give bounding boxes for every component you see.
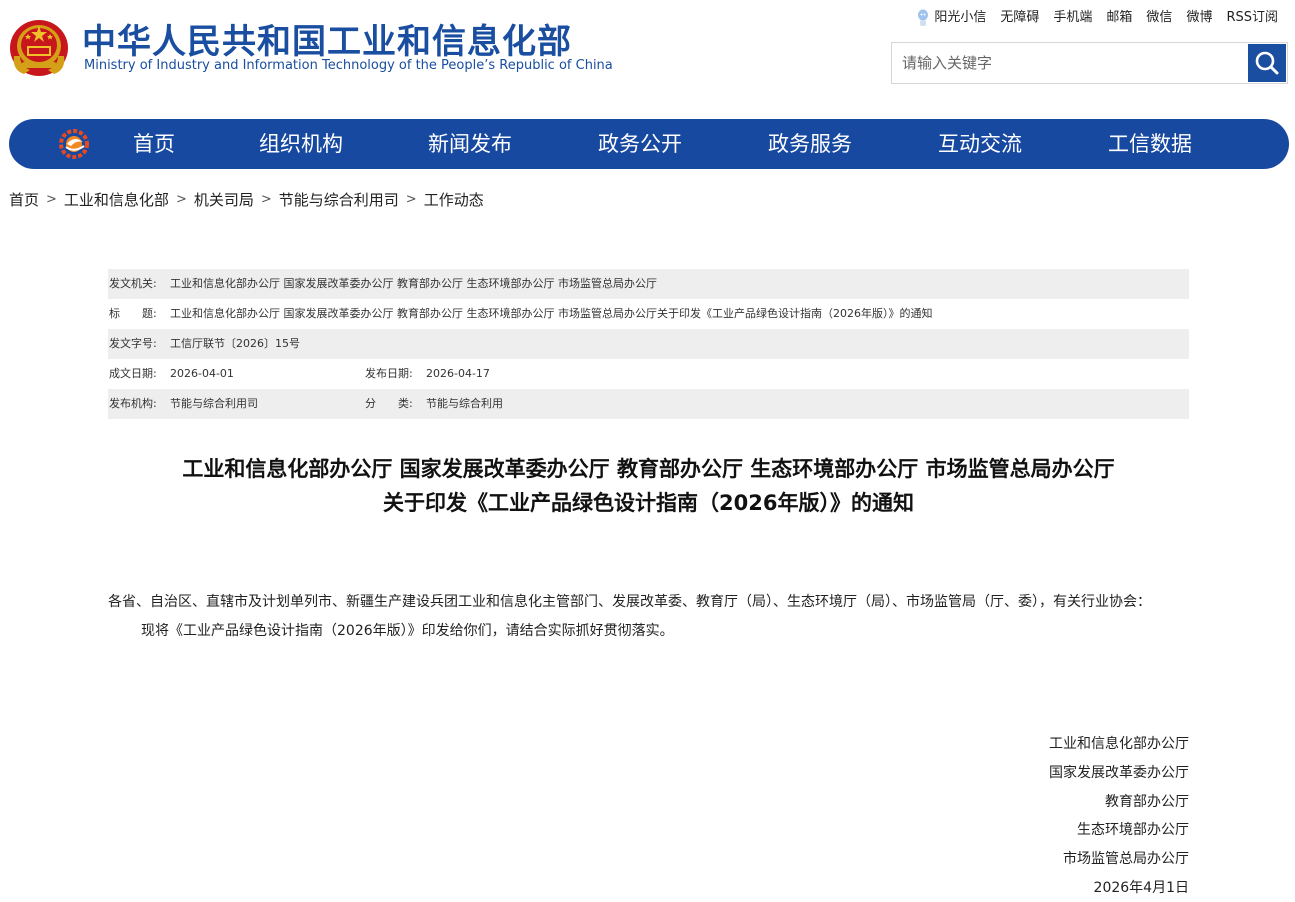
meta-cell-written: 成文日期: 2026-04-01 [108,359,364,389]
meta-row-title: 标 题: 工业和信息化部办公厅 国家发展改革委办公厅 教育部办公厅 生态环境部办… [108,299,1189,329]
search-icon [1255,51,1279,75]
article-title-line2: 关于印发《工业产品绿色设计指南（2026年版）》的通知 [383,491,914,515]
signature-line: 工业和信息化部办公厅 [1049,736,1189,752]
toplink-wechat[interactable]: 微信 [1139,8,1179,28]
top-links: 阳光小信 无障碍 手机端 邮箱 微信 微博 RSS订阅 [910,8,1285,28]
meta-label: 发布机构: [109,397,157,410]
breadcrumb-home[interactable]: 首页 [9,189,39,210]
main-nav: 首页 组织机构 新闻发布 政务公开 政务服务 互动交流 工信数据 [9,119,1289,169]
breadcrumb-departments[interactable]: 机关司局 [194,189,254,210]
breadcrumb-separator: > [405,192,417,207]
meta-cell-category: 分 类: 节能与综合利用 [364,389,503,419]
nav-item-interaction[interactable]: 互动交流 [938,119,1022,169]
meta-cell-published: 发布日期: 2026-04-17 [364,359,490,389]
nav-item-data[interactable]: 工信数据 [1108,119,1192,169]
article-title: 工业和信息化部办公厅 国家发展改革委办公厅 教育部办公厅 生态环境部办公厅 市场… [108,452,1189,520]
meta-row-docno: 发文字号: 工信厅联节〔2026〕15号 [108,329,1189,359]
breadcrumb-department[interactable]: 节能与综合利用司 [279,189,399,210]
mascot-icon [917,9,929,27]
toplink-label: 阳光小信 [934,10,987,25]
search-box [891,42,1288,84]
breadcrumb-separator: > [175,192,187,207]
breadcrumb-ministry[interactable]: 工业和信息化部 [64,189,169,210]
signature-date: 2026年4月1日 [1093,879,1189,896]
signature-line: 生态环境部办公厅 [1077,822,1189,839]
nav-item-organization[interactable]: 组织机构 [259,119,343,169]
meta-value-issuer: 工业和信息化部办公厅 国家发展改革委办公厅 教育部办公厅 生态环境部办公厅 市场… [170,277,657,290]
toplink-email[interactable]: 邮箱 [1099,8,1139,28]
search-input[interactable] [902,43,1242,83]
meta-value-org: 节能与综合利用司 [170,397,258,410]
meta-value-title: 工业和信息化部办公厅 国家发展改革委办公厅 教育部办公厅 生态环境部办公厅 市场… [170,307,933,320]
meta-label: 发布日期: [365,367,413,380]
nav-item-home[interactable]: 首页 [133,119,175,169]
meta-cell-org: 发布机构: 节能与综合利用司 [108,389,364,419]
signature-line: 国家发展改革委办公厅 [1049,764,1189,781]
meta-row-dates: 成文日期: 2026-04-01 发布日期: 2026-04-17 [108,359,1189,389]
nav-item-government-affairs[interactable]: 政务公开 [598,119,682,169]
toplink-sunshine[interactable]: 阳光小信 [910,8,993,28]
signature-line: 教育部办公厅 [1105,793,1189,810]
site-title-english: Ministry of Industry and Information Tec… [84,58,613,73]
meta-label: 成文日期: [109,367,157,380]
breadcrumb-separator: > [46,192,57,207]
meta-row-org: 发布机构: 节能与综合利用司 分 类: 节能与综合利用 [108,389,1189,419]
toplink-accessibility[interactable]: 无障碍 [993,8,1046,28]
toplink-rss[interactable]: RSS订阅 [1219,8,1285,28]
search-button[interactable] [1248,44,1286,82]
site-title[interactable]: 中华人民共和国工业和信息化部 [82,14,572,63]
article-paragraph-notice: 现将《工业产品绿色设计指南（2026年版）》印发给你们，请结合实际抓好贯彻落实。 [141,623,674,639]
article-body: 各省、自治区、直辖市及计划单列市、新疆生产建设兵团工业和信息化主管部门、发展改革… [108,588,1189,646]
meta-row-issuer: 发文机关: 工业和信息化部办公厅 国家发展改革委办公厅 教育部办公厅 生态环境部… [108,269,1189,299]
breadcrumb: 首页 > 工业和信息化部 > 机关司局 > 节能与综合利用司 > 工作动态 [9,189,484,210]
article-title-line1: 工业和信息化部办公厅 国家发展改革委办公厅 教育部办公厅 生态环境部办公厅 市场… [182,457,1115,481]
meta-value-published-date: 2026-04-17 [426,367,490,380]
meta-label: 标 题: [109,307,157,320]
miit-logo-icon [57,127,93,161]
meta-label: 分 类: [365,397,413,410]
nav-item-news[interactable]: 新闻发布 [428,119,512,169]
toplink-weibo[interactable]: 微博 [1179,8,1219,28]
meta-value-docno: 工信厅联节〔2026〕15号 [170,337,300,350]
nav-item-government-services[interactable]: 政务服务 [768,119,852,169]
toplink-mobile[interactable]: 手机端 [1046,8,1099,28]
document-meta-table: 发文机关: 工业和信息化部办公厅 国家发展改革委办公厅 教育部办公厅 生态环境部… [108,269,1189,419]
article-paragraph-recipients: 各省、自治区、直辖市及计划单列市、新疆生产建设兵团工业和信息化主管部门、发展改革… [108,594,1151,610]
breadcrumb-work-news[interactable]: 工作动态 [424,189,484,210]
breadcrumb-separator: > [260,192,272,207]
national-emblem-icon [8,12,70,78]
signature-block: 工业和信息化部办公厅 国家发展改革委办公厅 教育部办公厅 生态环境部办公厅 市场… [1049,730,1189,902]
meta-label: 发文字号: [109,337,157,350]
meta-value-category: 节能与综合利用 [426,397,503,410]
meta-label: 发文机关: [109,277,157,290]
meta-value-written-date: 2026-04-01 [170,367,234,380]
signature-line: 市场监管总局办公厅 [1063,851,1189,868]
